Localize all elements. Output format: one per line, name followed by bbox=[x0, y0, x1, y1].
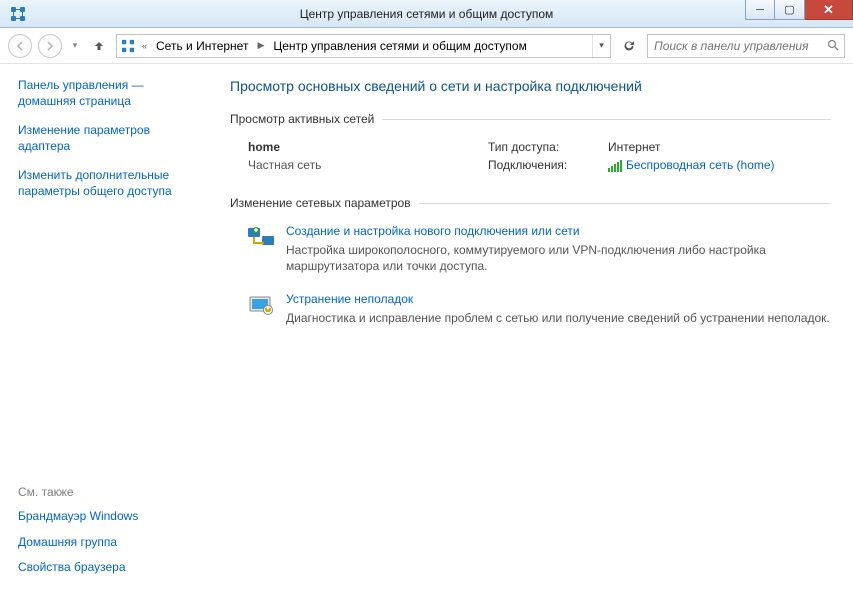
connection-link[interactable]: Беспроводная сеть (home) bbox=[626, 158, 775, 172]
page-heading: Просмотр основных сведений о сети и наст… bbox=[230, 78, 831, 94]
new-connection-link[interactable]: Создание и настройка нового подключения … bbox=[286, 224, 831, 238]
see-also-internet-options[interactable]: Свойства браузера bbox=[18, 560, 190, 576]
forward-button[interactable] bbox=[38, 34, 62, 58]
see-also-homegroup[interactable]: Домашняя группа bbox=[18, 535, 190, 551]
sidebar: Панель управления — домашняя страница Из… bbox=[0, 64, 200, 600]
search-icon[interactable] bbox=[822, 39, 844, 52]
signal-bars-icon bbox=[608, 160, 622, 172]
access-type-label: Тип доступа: bbox=[488, 140, 598, 154]
see-also-firewall[interactable]: Брандмауэр Windows bbox=[18, 509, 190, 525]
title-bar: Центр управления сетями и общим доступом… bbox=[0, 0, 853, 28]
setting-troubleshoot: Устранение неполадок Диагностика и испра… bbox=[230, 288, 831, 340]
search-box[interactable] bbox=[647, 34, 845, 58]
active-networks-header: Просмотр активных сетей bbox=[230, 112, 831, 126]
address-bar[interactable]: « Сеть и Интернет ▶ Центр управления сет… bbox=[116, 34, 611, 58]
see-also-section: См. также Брандмауэр Windows Домашняя гр… bbox=[18, 485, 190, 586]
access-type-value: Интернет bbox=[608, 140, 831, 154]
refresh-button[interactable] bbox=[617, 34, 641, 58]
troubleshoot-link[interactable]: Устранение неполадок bbox=[286, 292, 830, 306]
sidebar-advanced-sharing[interactable]: Изменить дополнительные параметры общего… bbox=[18, 168, 190, 199]
new-connection-icon bbox=[248, 224, 276, 252]
new-connection-desc: Настройка широкополосного, коммутируемог… bbox=[286, 242, 831, 274]
recent-locations-button[interactable]: ▾ bbox=[68, 34, 82, 58]
active-network-row: home Частная сеть Тип доступа: Интернет … bbox=[230, 136, 831, 190]
back-button[interactable] bbox=[8, 34, 32, 58]
network-center-icon bbox=[10, 6, 26, 22]
troubleshoot-icon bbox=[248, 292, 276, 320]
connections-label: Подключения: bbox=[488, 158, 598, 172]
breadcrumb-network-center[interactable]: Центр управления сетями и общим доступом bbox=[267, 35, 533, 57]
sidebar-change-adapter-settings[interactable]: Изменение параметров адаптера bbox=[18, 123, 190, 154]
address-dropdown[interactable]: ▾ bbox=[592, 35, 610, 57]
network-name: home bbox=[248, 140, 468, 154]
chevron-right-icon[interactable]: ▶ bbox=[254, 35, 267, 57]
address-icon bbox=[117, 39, 139, 53]
setting-new-connection: Создание и настройка нового подключения … bbox=[230, 220, 831, 288]
address-root-chevron[interactable]: « bbox=[139, 35, 150, 57]
up-button[interactable] bbox=[88, 35, 110, 57]
content-pane: Просмотр основных сведений о сети и наст… bbox=[200, 64, 853, 600]
nav-bar: ▾ « Сеть и Интернет ▶ Центр управления с… bbox=[0, 28, 853, 64]
window-title: Центр управления сетями и общим доступом bbox=[0, 7, 853, 21]
close-button[interactable]: ✕ bbox=[805, 0, 853, 20]
window-controls: ─ ▢ ✕ bbox=[745, 0, 853, 27]
breadcrumb-network-internet[interactable]: Сеть и Интернет bbox=[150, 35, 254, 57]
change-settings-header: Изменение сетевых параметров bbox=[230, 196, 831, 210]
troubleshoot-desc: Диагностика и исправление проблем с сеть… bbox=[286, 310, 830, 326]
network-type: Частная сеть bbox=[248, 158, 468, 172]
search-input[interactable] bbox=[648, 39, 822, 53]
see-also-header: См. также bbox=[18, 485, 190, 499]
sidebar-control-panel-home[interactable]: Панель управления — домашняя страница bbox=[18, 78, 190, 109]
minimize-button[interactable]: ─ bbox=[745, 0, 775, 20]
maximize-button[interactable]: ▢ bbox=[775, 0, 805, 20]
